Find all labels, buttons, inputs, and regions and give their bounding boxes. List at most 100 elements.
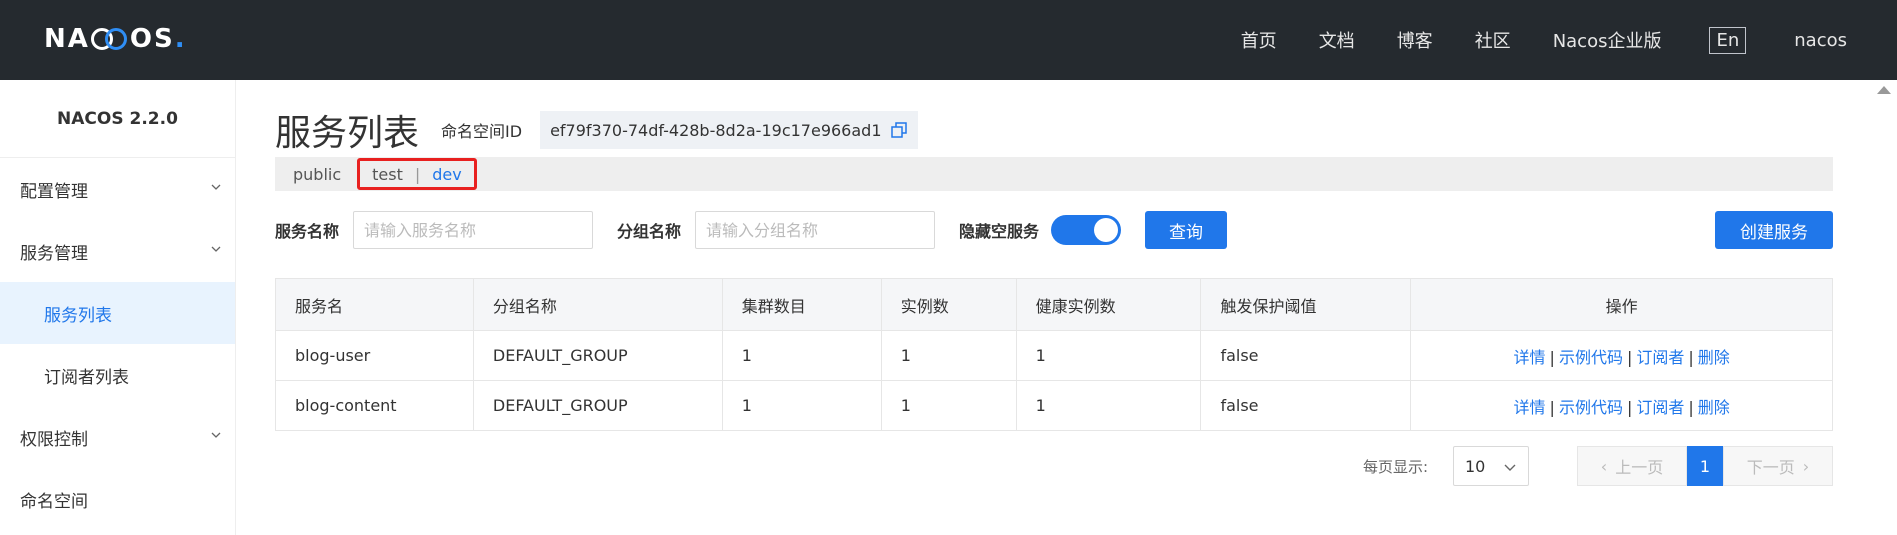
op-separator: | [1688, 397, 1694, 417]
nacos-logo[interactable]: NA OS . [44, 22, 187, 56]
cell-group-name: DEFAULT_GROUP [472, 330, 723, 381]
namespace-id-label: 命名空间ID [441, 122, 523, 141]
pagination: 每页显示: 10 ‹ 上一页 1 下一页 › [275, 446, 1833, 486]
column-header-group-name: 分组名称 [472, 278, 723, 331]
logo-text-prefix: NA [44, 24, 90, 54]
namespace-id-box: ef79f370-74df-428b-8d2a-19c17e966ad1 [540, 111, 918, 149]
chevron-right-icon: › [1802, 456, 1810, 476]
next-page-button[interactable]: 下一页 › [1723, 446, 1833, 486]
sample-code-link[interactable]: 示例代码 [1559, 398, 1623, 417]
page-size-label: 每页显示: [1363, 458, 1429, 476]
column-header-operations: 操作 [1410, 278, 1833, 331]
top-nav-bar: NA OS . 首页 文档 博客 社区 Nacos企业版 En nacos [0, 0, 1897, 80]
service-name-input[interactable] [353, 211, 594, 249]
cell-operations: 详情 | 示例代码 | 订阅者 | 删除 [1410, 380, 1833, 431]
user-menu[interactable]: nacos [1794, 30, 1847, 51]
namespace-tabs: public test | dev [275, 157, 1833, 191]
cell-operations: 详情 | 示例代码 | 订阅者 | 删除 [1410, 330, 1833, 381]
scroll-up-arrow-icon[interactable] [1877, 86, 1891, 94]
op-separator: | [1626, 397, 1633, 417]
namespace-tab-test[interactable]: test [372, 165, 403, 184]
create-service-button[interactable]: 创建服务 [1715, 211, 1833, 249]
chevron-left-icon: ‹ [1600, 456, 1608, 476]
delete-link[interactable]: 删除 [1698, 348, 1730, 367]
query-button[interactable]: 查询 [1145, 211, 1228, 249]
sidebar-item-label: 命名空间 [20, 491, 88, 512]
chevron-down-icon [211, 246, 221, 252]
column-header-protect-threshold: 触发保护阈值 [1200, 278, 1412, 331]
group-name-input[interactable] [695, 211, 936, 249]
cell-instance-count: 1 [880, 380, 1017, 431]
table-row: blog-user DEFAULT_GROUP 1 1 1 false 详情 | 示… [275, 330, 1833, 381]
cell-service-name: blog-user [275, 330, 474, 381]
namespace-id-value: ef79f370-74df-428b-8d2a-19c17e966ad1 [550, 120, 882, 140]
logo-dot: . [174, 24, 187, 54]
table-row: blog-content DEFAULT_GROUP 1 1 1 false 详… [275, 380, 1833, 431]
nav-blog[interactable]: 博客 [1397, 27, 1433, 53]
cell-protect-threshold: false [1200, 330, 1412, 381]
page-size-select[interactable]: 10 [1453, 446, 1529, 486]
op-separator: | [1549, 347, 1555, 367]
nav-community[interactable]: 社区 [1475, 27, 1511, 53]
cell-protect-threshold: false [1200, 380, 1412, 431]
prev-page-label: 上一页 [1615, 458, 1664, 477]
search-bar: 服务名称 分组名称 隐藏空服务 查询 创建服务 [275, 210, 1833, 250]
version-label: NACOS 2.2.0 [0, 80, 235, 158]
service-name-label: 服务名称 [275, 222, 340, 241]
cell-cluster-count: 1 [721, 380, 882, 431]
sample-code-link[interactable]: 示例代码 [1559, 348, 1623, 367]
chevron-down-icon [211, 432, 221, 438]
namespace-highlight-box: test | dev [357, 158, 477, 190]
delete-link[interactable]: 删除 [1698, 398, 1730, 417]
service-table: 服务名 分组名称 集群数目 实例数 健康实例数 触发保护阈值 操作 blog-u… [275, 278, 1833, 431]
op-separator: | [1688, 347, 1694, 367]
page-number-button[interactable]: 1 [1687, 446, 1723, 486]
sidebar: NACOS 2.2.0 配置管理 服务管理 服务列表 订阅者列表 权限控制 命名… [0, 80, 236, 535]
hide-empty-toggle[interactable] [1051, 215, 1122, 245]
sidebar-item-subscriber-list[interactable]: 订阅者列表 [0, 344, 235, 406]
op-separator: | [1626, 347, 1633, 367]
logo-rings-icon [90, 28, 129, 50]
column-header-instance-count: 实例数 [880, 278, 1017, 331]
sidebar-item-config-management[interactable]: 配置管理 [0, 158, 235, 220]
sidebar-item-service-list[interactable]: 服务列表 [0, 282, 235, 344]
cell-service-name: blog-content [275, 380, 474, 431]
sidebar-item-namespace[interactable]: 命名空间 [0, 468, 235, 530]
hide-empty-label: 隐藏空服务 [959, 222, 1040, 241]
cell-instance-count: 1 [880, 330, 1017, 381]
column-header-healthy-count: 健康实例数 [1015, 278, 1202, 331]
sidebar-item-label: 订阅者列表 [44, 367, 129, 388]
subscribers-link[interactable]: 订阅者 [1636, 348, 1684, 367]
title-row: 服务列表 命名空间ID ef79f370-74df-428b-8d2a-19c1… [275, 104, 918, 156]
prev-page-button[interactable]: ‹ 上一页 [1577, 446, 1687, 486]
sidebar-item-service-management[interactable]: 服务管理 [0, 220, 235, 282]
detail-link[interactable]: 详情 [1514, 348, 1546, 367]
nav-enterprise[interactable]: Nacos企业版 [1553, 27, 1662, 53]
namespace-tab-public[interactable]: public [293, 165, 341, 184]
column-header-service-name: 服务名 [275, 278, 474, 331]
top-nav: 首页 文档 博客 社区 Nacos企业版 En nacos [1199, 0, 1847, 80]
copy-icon[interactable] [890, 121, 908, 139]
sidebar-item-access-control[interactable]: 权限控制 [0, 406, 235, 468]
next-page-label: 下一页 [1746, 458, 1795, 477]
detail-link[interactable]: 详情 [1514, 398, 1546, 417]
sidebar-item-label: 权限控制 [20, 429, 88, 450]
namespace-separator: | [414, 164, 421, 184]
cell-healthy-count: 1 [1015, 380, 1202, 431]
cell-cluster-count: 1 [721, 330, 882, 381]
page-title: 服务列表 [275, 113, 420, 154]
nav-home[interactable]: 首页 [1241, 27, 1277, 53]
group-name-label: 分组名称 [617, 222, 682, 241]
sidebar-item-label: 配置管理 [20, 181, 88, 202]
chevron-down-icon [211, 184, 221, 190]
table-header-row: 服务名 分组名称 集群数目 实例数 健康实例数 触发保护阈值 操作 [275, 278, 1833, 331]
sidebar-item-label: 服务列表 [44, 305, 112, 326]
toggle-knob [1094, 218, 1119, 242]
chevron-down-icon [1504, 464, 1516, 471]
op-separator: | [1549, 397, 1555, 417]
nav-docs[interactable]: 文档 [1319, 27, 1355, 53]
subscribers-link[interactable]: 订阅者 [1636, 398, 1684, 417]
cell-group-name: DEFAULT_GROUP [472, 380, 723, 431]
language-toggle-button[interactable]: En [1709, 26, 1747, 54]
namespace-tab-dev[interactable]: dev [432, 165, 461, 184]
